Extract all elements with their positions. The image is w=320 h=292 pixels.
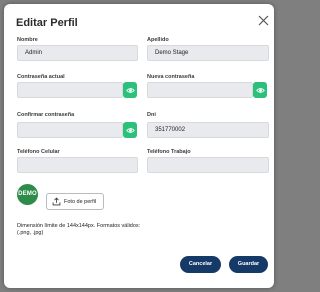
eye-icon <box>255 87 265 93</box>
nueva-contrasena-field[interactable] <box>147 82 253 98</box>
upload-icon <box>52 197 61 206</box>
contrasena-actual-label: Contraseña actual <box>17 74 65 80</box>
confirmar-contrasena-label: Confirmar contraseña <box>17 112 75 118</box>
cancel-button[interactable]: Cancelar <box>180 256 221 273</box>
toggle-new-password-visibility-button[interactable] <box>253 82 267 98</box>
apellido-label: Apellido <box>147 37 169 43</box>
dni-label: Dni <box>147 112 156 118</box>
toggle-password-visibility-button[interactable] <box>123 82 137 98</box>
avatar: DEMO <box>17 184 38 205</box>
eye-icon <box>125 87 135 93</box>
nombre-label: Nombre <box>17 37 38 43</box>
telefono-celular-field[interactable] <box>17 157 138 173</box>
contrasena-actual-field[interactable] <box>17 82 123 98</box>
nombre-field[interactable]: Admin <box>17 45 138 61</box>
eye-icon <box>125 127 135 133</box>
profile-photo-button-label: Foto de perfil <box>64 198 97 205</box>
telefono-celular-label: Teléfono Celular <box>17 149 60 155</box>
dni-field[interactable]: 351770002 <box>147 122 269 138</box>
edit-profile-modal: Editar Perfil Nombre Admin Apellido Demo… <box>4 4 274 288</box>
toggle-confirm-password-visibility-button[interactable] <box>123 122 137 138</box>
profile-photo-button[interactable]: Foto de perfil <box>46 193 104 210</box>
save-button[interactable]: Guardar <box>229 256 268 273</box>
confirmar-contrasena-field[interactable] <box>17 122 123 138</box>
telefono-trabajo-field[interactable] <box>147 157 269 173</box>
close-icon[interactable] <box>257 14 270 27</box>
telefono-trabajo-label: Teléfono Trabajo <box>147 149 191 155</box>
upload-hint: Dimensión límite de 144x144px. Formatos … <box>17 223 141 236</box>
nueva-contrasena-label: Nueva contraseña <box>147 74 195 80</box>
modal-title: Editar Perfil <box>16 17 78 29</box>
apellido-field[interactable]: Demo Stage <box>147 45 269 61</box>
